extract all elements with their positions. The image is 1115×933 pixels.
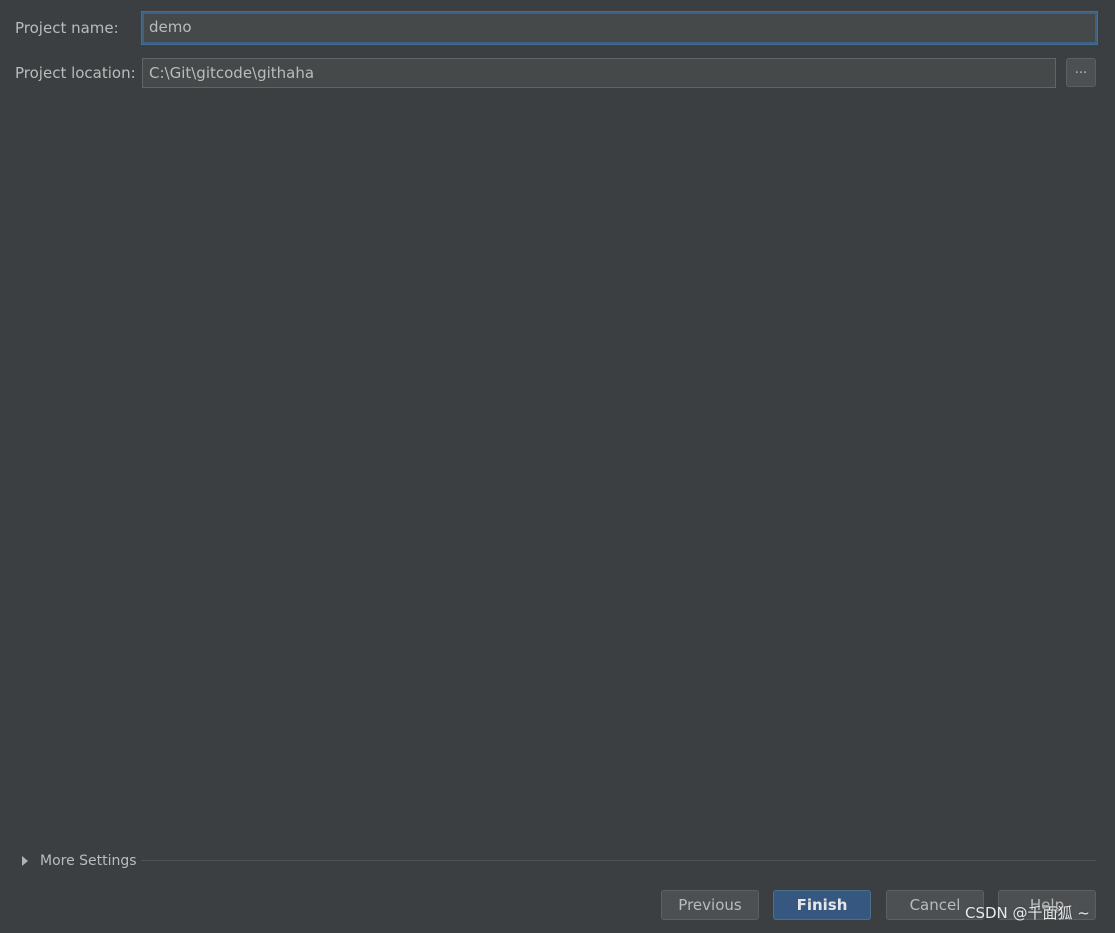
project-name-row: Project name: demo — [0, 12, 1115, 44]
browse-button[interactable]: ... — [1066, 58, 1096, 87]
help-button[interactable]: Help — [998, 890, 1096, 920]
more-settings-label: More Settings — [40, 853, 137, 869]
project-name-input[interactable]: demo — [142, 12, 1097, 44]
project-location-input[interactable]: C:\Git\gitcode\githaha — [142, 58, 1056, 88]
project-name-label: Project name: — [15, 19, 119, 37]
new-project-dialog: Project name: demo Project location: C:\… — [0, 0, 1115, 933]
cancel-button[interactable]: Cancel — [886, 890, 984, 920]
project-location-label: Project location: — [15, 64, 136, 82]
triangle-right-icon — [22, 856, 28, 866]
project-location-row: Project location: C:\Git\gitcode\githaha… — [0, 57, 1115, 89]
finish-button[interactable]: Finish — [773, 890, 871, 920]
more-settings-divider — [141, 860, 1096, 861]
previous-button[interactable]: Previous — [661, 890, 759, 920]
more-settings-toggle[interactable]: More Settings — [20, 850, 137, 872]
